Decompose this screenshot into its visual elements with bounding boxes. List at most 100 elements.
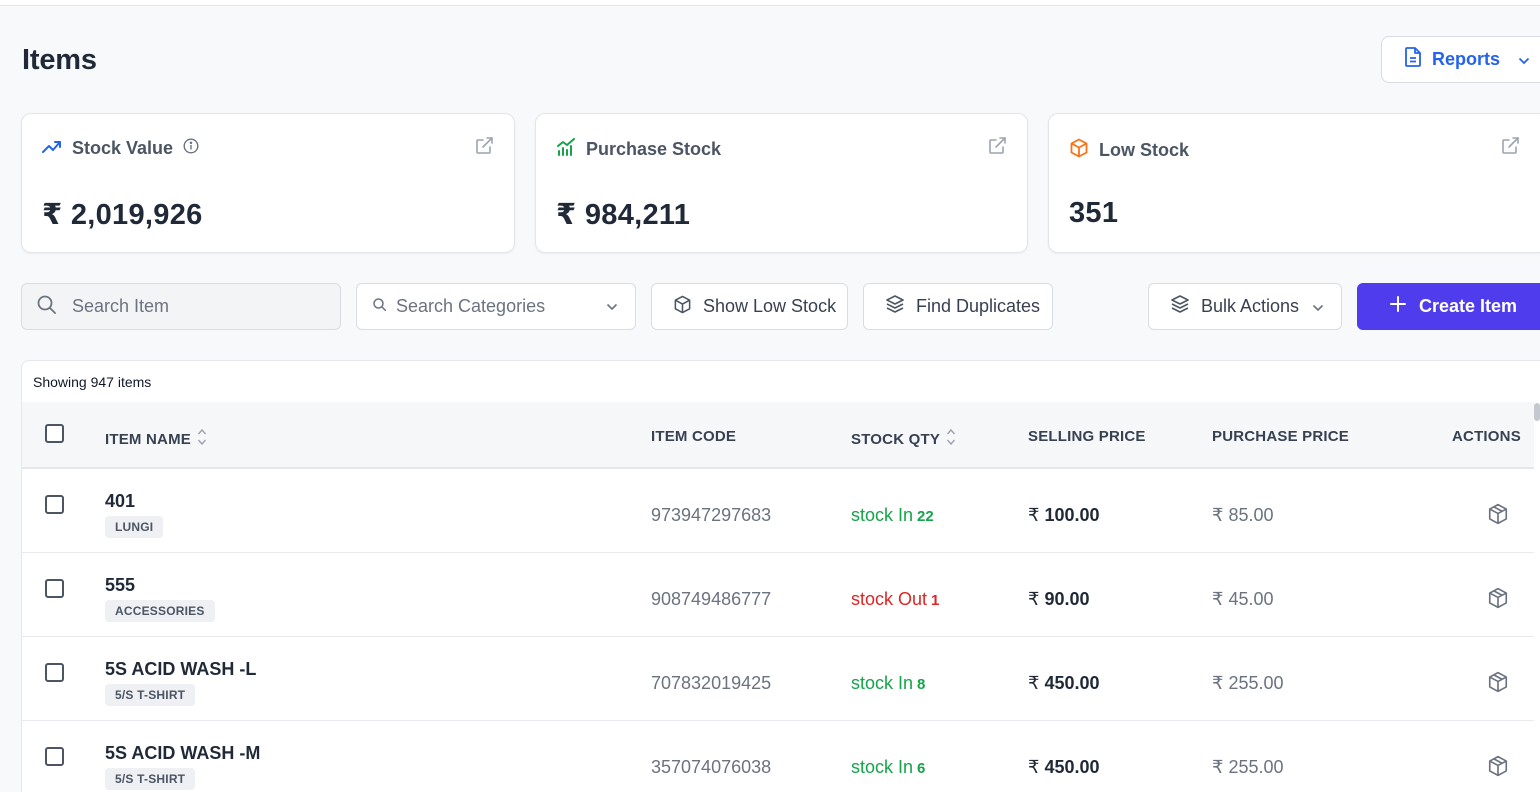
info-icon[interactable] xyxy=(183,138,199,159)
box-icon xyxy=(673,295,692,319)
plus-icon xyxy=(1390,296,1406,317)
item-code: 357074076038 xyxy=(651,757,772,777)
purchase-stock-label: Purchase Stock xyxy=(586,139,722,159)
bulk-actions-button[interactable]: Bulk Actions xyxy=(1148,283,1342,330)
selling-price: ₹ 90.00 xyxy=(1028,589,1090,610)
header-item-name[interactable]: ITEM NAME xyxy=(105,428,207,450)
currency-symbol: ₹ xyxy=(1212,757,1224,777)
box-icon[interactable] xyxy=(1487,671,1509,698)
header-purchase-price: PURCHASE PRICE xyxy=(1212,428,1349,445)
purchase-amount: 255.00 xyxy=(1228,673,1284,693)
table-header: ITEM NAME ITEM CODE STOCK QTY SELLING PR… xyxy=(22,402,1534,469)
layers-icon xyxy=(1170,294,1190,319)
box-icon[interactable] xyxy=(1487,755,1509,782)
item-name[interactable]: 555 xyxy=(105,575,135,596)
row-checkbox[interactable] xyxy=(45,663,64,682)
currency-symbol: ₹ xyxy=(1028,505,1040,525)
row-checkbox[interactable] xyxy=(45,747,64,766)
search-item-input[interactable] xyxy=(72,296,312,317)
document-icon xyxy=(1404,47,1422,72)
find-duplicates-button[interactable]: Find Duplicates xyxy=(863,283,1053,330)
reports-button[interactable]: Reports xyxy=(1381,36,1540,83)
row-checkbox[interactable] xyxy=(45,495,64,514)
currency-symbol: ₹ xyxy=(1212,589,1224,609)
external-link-icon[interactable] xyxy=(988,136,1007,160)
low-stock-label: Low Stock xyxy=(1099,140,1190,160)
scrollbar-thumb[interactable] xyxy=(1534,403,1540,421)
create-item-button[interactable]: Create Item xyxy=(1357,283,1540,330)
currency-symbol: ₹ xyxy=(1212,673,1224,693)
low-stock-count: 351 xyxy=(1069,197,1119,229)
table-row[interactable]: 555 ACCESSORIES 908749486777 stock Out 1 … xyxy=(22,553,1534,637)
category-badge: 5/S T-SHIRT xyxy=(105,684,196,706)
header-actions: ACTIONS xyxy=(1452,428,1521,445)
purchase-amount: 45.00 xyxy=(1228,589,1274,609)
search-icon xyxy=(37,295,56,319)
stock-status: stock In 8 xyxy=(851,673,925,694)
currency-symbol: ₹ xyxy=(1212,505,1224,525)
search-icon xyxy=(373,297,387,316)
table-row[interactable]: 401 LUNGI 973947297683 stock In 22 ₹ 100.… xyxy=(22,469,1534,553)
show-low-stock-label: Show Low Stock xyxy=(703,296,837,316)
external-link-icon[interactable] xyxy=(1501,136,1520,160)
currency-symbol: ₹ xyxy=(1028,673,1040,693)
stock-label: stock Out xyxy=(851,589,928,609)
purchase-amount: 255.00 xyxy=(1228,757,1284,777)
selling-amount: 450.00 xyxy=(1044,757,1100,777)
purchase-price: ₹ 255.00 xyxy=(1212,673,1284,694)
bulk-actions-label: Bulk Actions xyxy=(1201,296,1300,316)
selling-price: ₹ 100.00 xyxy=(1028,505,1100,526)
stock-status: stock Out 1 xyxy=(851,589,939,610)
category-badge: ACCESSORIES xyxy=(105,600,215,622)
category-badge: 5/S T-SHIRT xyxy=(105,768,196,790)
item-code: 973947297683 xyxy=(651,505,772,525)
box-icon[interactable] xyxy=(1487,503,1509,530)
search-item-box xyxy=(21,283,341,330)
box-icon[interactable] xyxy=(1487,587,1509,614)
stock-label: stock In xyxy=(851,757,914,777)
stock-qty: 8 xyxy=(917,676,926,693)
stock-label: stock In xyxy=(851,505,914,525)
purchase-stock-amount: ₹ 984,211 xyxy=(556,199,691,231)
trending-up-icon xyxy=(42,138,62,159)
low-stock-card: Low Stock 351 xyxy=(1048,113,1540,253)
external-link-icon[interactable] xyxy=(475,136,494,160)
currency-symbol: ₹ xyxy=(1028,589,1040,609)
search-categories-input[interactable] xyxy=(396,296,596,317)
chevron-down-icon xyxy=(1518,49,1530,70)
chevron-down-icon xyxy=(1312,296,1324,317)
sort-icon[interactable] xyxy=(946,428,956,450)
item-name[interactable]: 5S ACID WASH -M xyxy=(105,743,260,764)
stock-qty: 6 xyxy=(917,760,926,777)
header-item-code: ITEM CODE xyxy=(651,428,737,445)
select-all-checkbox[interactable] xyxy=(45,424,64,443)
item-name[interactable]: 401 xyxy=(105,491,135,512)
sort-icon[interactable] xyxy=(197,428,207,450)
currency-symbol: ₹ xyxy=(1028,757,1040,777)
item-name[interactable]: 5S ACID WASH -L xyxy=(105,659,256,680)
top-bar-edge xyxy=(0,0,1540,6)
purchase-price: ₹ 45.00 xyxy=(1212,589,1274,610)
header-item-name-label: ITEM NAME xyxy=(105,430,191,448)
selling-price: ₹ 450.00 xyxy=(1028,757,1100,778)
reports-label: Reports xyxy=(1432,49,1501,69)
item-code: 908749486777 xyxy=(651,589,772,609)
header-stock-qty-label: STOCK QTY xyxy=(851,430,941,448)
show-low-stock-button[interactable]: Show Low Stock xyxy=(651,283,848,330)
header-stock-qty[interactable]: STOCK QTY xyxy=(851,428,956,450)
stock-value-label: Stock Value xyxy=(72,138,174,158)
row-checkbox[interactable] xyxy=(45,579,64,598)
table-row[interactable]: 5S ACID WASH -M 5/S T-SHIRT 357074076038… xyxy=(22,721,1534,792)
purchase-price: ₹ 255.00 xyxy=(1212,757,1284,778)
selling-amount: 100.00 xyxy=(1044,505,1100,525)
purchase-stock-card: Purchase Stock ₹ 984,211 xyxy=(535,113,1028,253)
table-row[interactable]: 5S ACID WASH -L 5/S T-SHIRT 707832019425… xyxy=(22,637,1534,721)
bar-chart-icon xyxy=(556,138,576,161)
stock-label: stock In xyxy=(851,673,914,693)
items-table: Showing 947 items ITEM NAME ITEM CODE ST… xyxy=(21,360,1540,792)
selling-amount: 450.00 xyxy=(1044,673,1100,693)
page-title: Items xyxy=(22,44,97,76)
category-badge: LUNGI xyxy=(105,516,164,538)
search-categories-select[interactable] xyxy=(356,283,636,330)
stock-value-card: Stock Value ₹ 2,019,926 xyxy=(21,113,515,253)
